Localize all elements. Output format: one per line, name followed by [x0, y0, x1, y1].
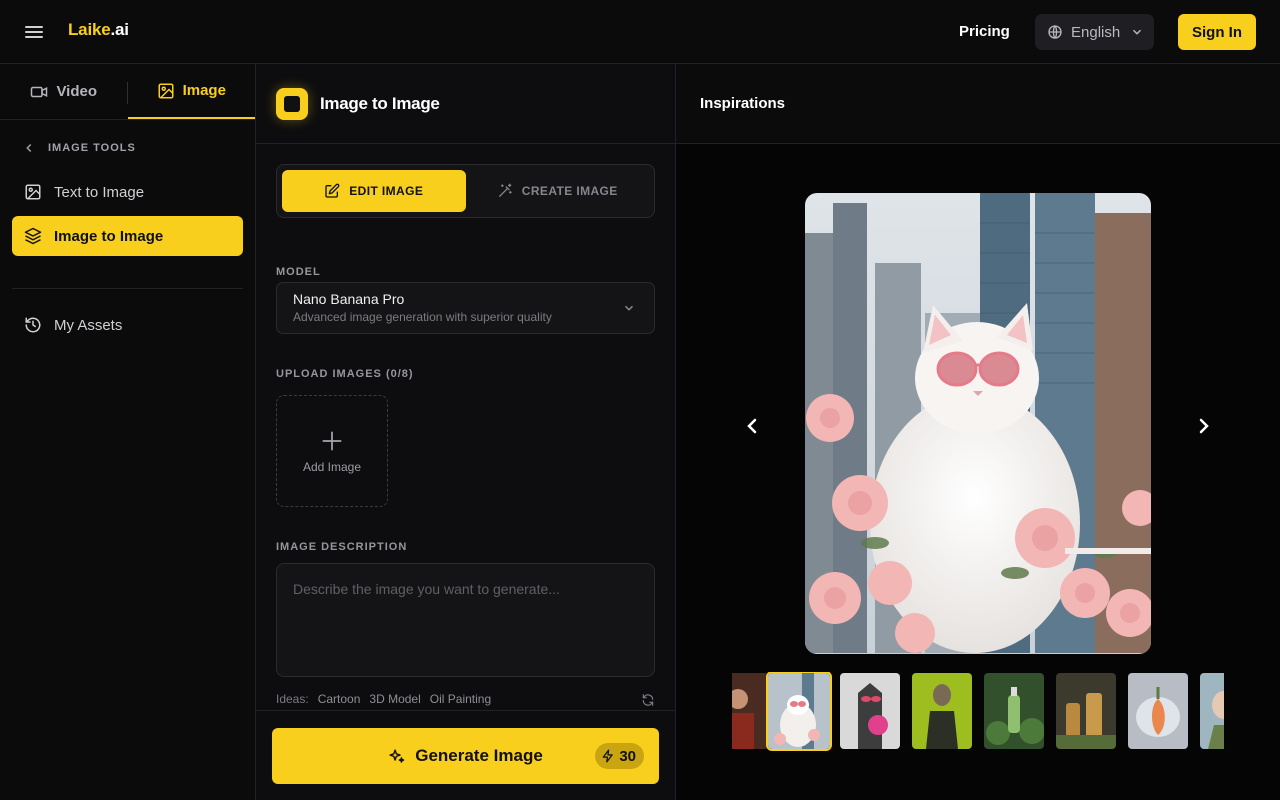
section-title: IMAGE TOOLS — [48, 142, 136, 154]
model-label: MODEL — [276, 266, 321, 278]
sparkles-icon — [388, 748, 405, 765]
edit-image-button[interactable]: EDIT IMAGE — [282, 170, 466, 212]
mode-tabs: Video Image — [0, 64, 255, 120]
idea-chip-cartoon[interactable]: Cartoon — [318, 692, 361, 706]
model-description: Advanced image generation with superior … — [293, 310, 552, 324]
add-image-label: Add Image — [302, 460, 362, 474]
edit-icon — [324, 183, 340, 199]
chevron-down-icon — [622, 301, 636, 315]
logo-brand: Laike — [68, 20, 111, 39]
sidebar-item-image-to-image[interactable]: Image to Image — [12, 216, 243, 256]
panel-title: Image to Image — [320, 93, 440, 113]
tool-icon — [276, 87, 308, 120]
inspiration-thumbnail[interactable] — [984, 673, 1044, 749]
create-image-button[interactable]: CREATE IMAGE — [466, 170, 650, 212]
globe-icon — [1047, 24, 1063, 40]
idea-chip-oil-painting[interactable]: Oil Painting — [430, 692, 491, 706]
previous-arrow-icon[interactable] — [740, 414, 764, 438]
credits-count: 30 — [619, 747, 636, 765]
add-image-button[interactable]: Add Image — [276, 395, 388, 507]
tab-video-label: Video — [56, 83, 98, 100]
image-tools-back[interactable]: IMAGE TOOLS — [22, 141, 136, 155]
tab-image[interactable]: Image — [127, 64, 255, 119]
inspiration-thumbnails — [732, 672, 1224, 752]
sidebar: Video Image IMAGE TOOLS Text to Image Im… — [0, 64, 256, 800]
model-name: Nano Banana Pro — [293, 291, 405, 307]
chevron-left-icon — [22, 141, 36, 155]
tool-panel: Image to Image EDIT IMAGE CREATE IMAGE M… — [256, 64, 676, 800]
image-icon — [157, 82, 175, 100]
inspiration-thumbnail-active[interactable] — [766, 672, 832, 751]
logo-tld: .ai — [110, 20, 129, 39]
generate-area: Generate Image 30 — [256, 710, 675, 800]
image-icon — [24, 183, 42, 201]
tab-video[interactable]: Video — [0, 64, 128, 119]
magic-wand-icon — [497, 183, 513, 199]
sign-in-button[interactable]: Sign In — [1178, 14, 1256, 50]
inspirations-panel: Inspirations — [676, 64, 1280, 800]
logo[interactable]: Laike.ai — [68, 20, 129, 40]
inspiration-preview-image — [805, 193, 1151, 654]
panel-header: Image to Image — [256, 64, 675, 144]
inspiration-thumbnail[interactable] — [1128, 673, 1188, 749]
plus-icon — [319, 428, 345, 460]
description-label: IMAGE DESCRIPTION — [276, 541, 408, 553]
pricing-link[interactable]: Pricing — [959, 23, 1010, 40]
sidebar-divider — [12, 288, 243, 289]
chevron-down-icon — [1130, 25, 1144, 39]
sidebar-item-label: My Assets — [54, 316, 123, 334]
menu-icon[interactable] — [22, 20, 46, 44]
sidebar-item-text-to-image[interactable]: Text to Image — [12, 172, 243, 212]
language-label: English — [1071, 23, 1121, 41]
image-description-input[interactable] — [276, 563, 655, 677]
tab-divider — [127, 82, 128, 104]
generate-label: Generate Image — [415, 746, 543, 765]
lightning-icon — [601, 749, 615, 763]
idea-chip-3d-model[interactable]: 3D Model — [369, 692, 420, 706]
language-selector[interactable]: English — [1035, 14, 1154, 50]
top-bar: Laike.ai Pricing English Sign In — [0, 0, 1280, 64]
inspiration-thumbnail[interactable] — [912, 673, 972, 749]
inspiration-thumbnail[interactable] — [840, 673, 900, 749]
refresh-icon[interactable] — [641, 693, 655, 707]
inspirations-title: Inspirations — [676, 64, 1280, 144]
ideas-row: Ideas: Cartoon 3D Model Oil Painting — [276, 692, 655, 706]
inspiration-thumbnail[interactable] — [1200, 673, 1224, 749]
sidebar-item-label: Image to Image — [54, 227, 164, 245]
upload-label: UPLOAD IMAGES (0/8) — [276, 368, 414, 380]
generate-image-button[interactable]: Generate Image 30 — [272, 728, 659, 784]
inspiration-thumbnail[interactable] — [1056, 673, 1116, 749]
history-icon — [24, 316, 42, 334]
tab-image-label: Image — [182, 82, 226, 99]
model-select[interactable]: Nano Banana Pro Advanced image generatio… — [276, 282, 655, 334]
ideas-label: Ideas: — [276, 692, 309, 706]
video-icon — [30, 83, 48, 101]
mode-switch: EDIT IMAGE CREATE IMAGE — [276, 164, 655, 218]
edit-image-label: EDIT IMAGE — [349, 184, 424, 198]
sidebar-item-my-assets[interactable]: My Assets — [12, 305, 243, 345]
credits-badge: 30 — [595, 743, 644, 769]
sidebar-item-label: Text to Image — [54, 183, 145, 201]
next-arrow-icon[interactable] — [1192, 414, 1216, 438]
create-image-label: CREATE IMAGE — [521, 184, 618, 198]
inspiration-thumbnail[interactable] — [732, 673, 768, 749]
layers-icon — [24, 227, 42, 245]
